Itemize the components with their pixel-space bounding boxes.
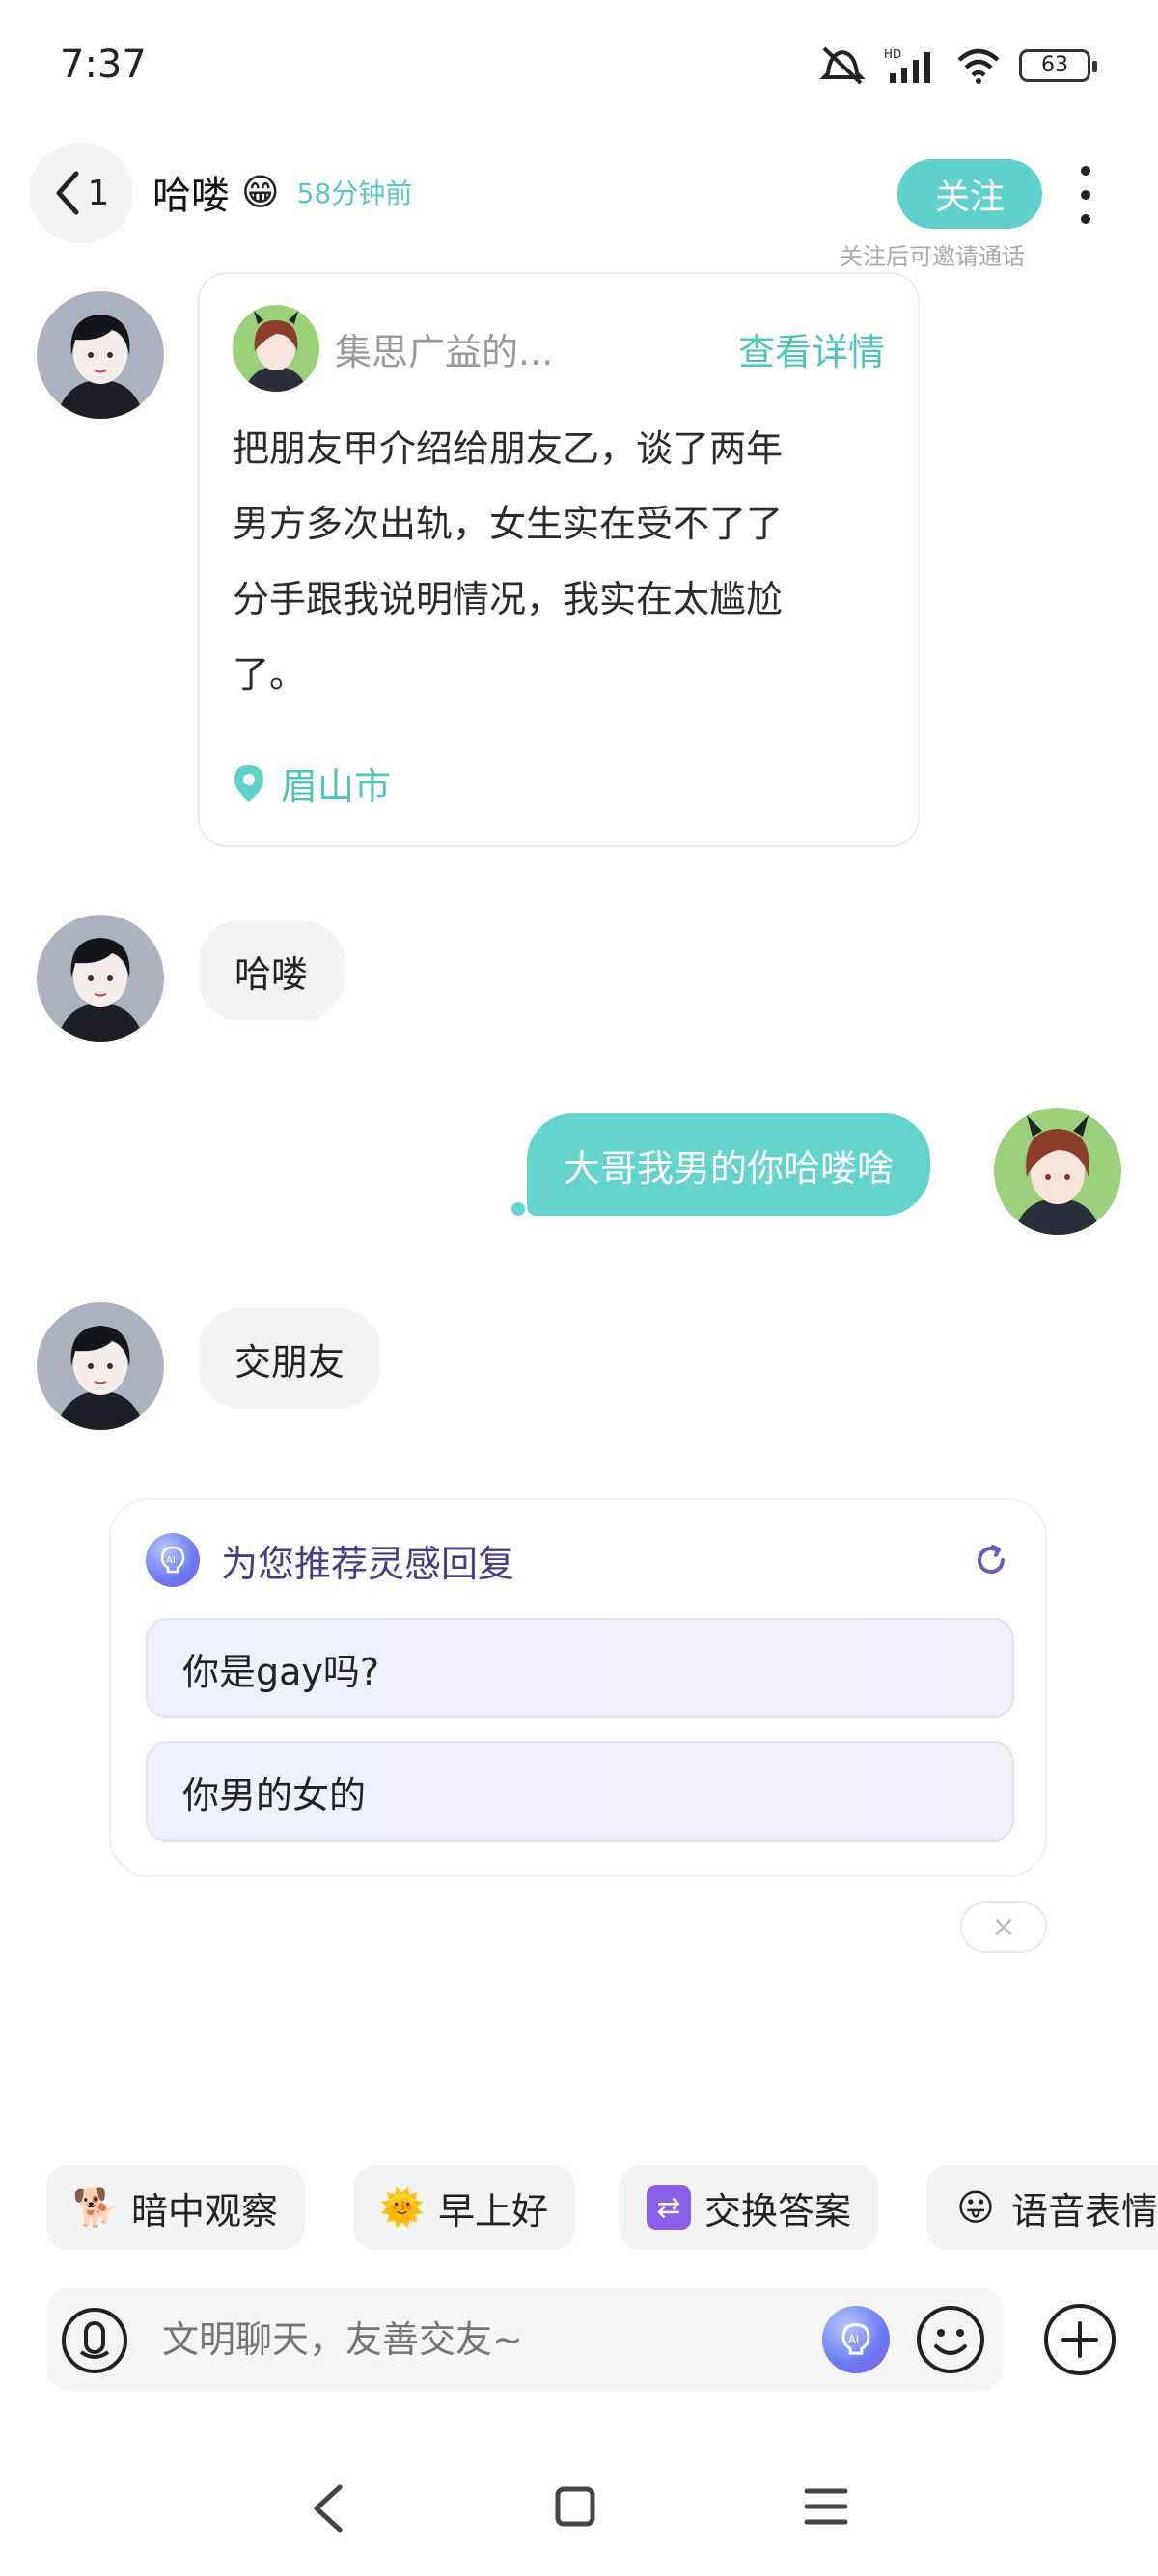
plus-icon[interactable]: [1042, 2302, 1117, 2377]
contact-avatar[interactable]: [37, 1302, 164, 1430]
ai-reply-suggestions: AI 为您推荐灵感回复 你是gay吗? 你男的女的: [109, 1498, 1047, 1877]
battery-indicator: 63: [1019, 49, 1097, 82]
read-status-dot: [511, 1202, 525, 1216]
nav-back-icon[interactable]: [307, 2481, 349, 2535]
intro-text-line: 了。: [233, 653, 307, 696]
quick-chip[interactable]: 😛 语音表情: [926, 2165, 1158, 2250]
svg-text:HD: HD: [884, 47, 901, 61]
quick-chip-label: 早上好: [438, 2189, 549, 2233]
voice-emoji-icon: 😛: [956, 2186, 995, 2229]
grin-emoji-icon: 😁: [241, 171, 280, 213]
intro-text: 把朋友甲介绍给朋友乙，谈了两年 男方多次出轨，女生实在受不了了 分手跟我说明情况…: [233, 411, 869, 712]
status-icons: HD 63: [818, 44, 1097, 87]
ai-lightbulb-icon: AI: [841, 2323, 870, 2355]
author-name: 集思广益的...: [335, 330, 554, 373]
follow-button[interactable]: 关注: [897, 159, 1042, 229]
view-details-link[interactable]: 查看详情: [738, 322, 885, 375]
swap-icon: ⇄: [647, 2185, 691, 2230]
quick-phrases-bar: 🐕 暗中观察 🌞 早上好 ⇄ 交换答案 😛 语音表情: [46, 2165, 1158, 2250]
location-pin-icon: [234, 764, 263, 802]
chat-title: 哈喽 😁 58分钟前: [152, 164, 412, 220]
contact-name: 哈喽: [152, 174, 230, 218]
ai-lightbulb-icon: AI: [146, 1533, 200, 1587]
message-input-bar: AI: [46, 2288, 1004, 2391]
svg-text:AI: AI: [166, 1555, 176, 1566]
back-button[interactable]: 1: [29, 143, 133, 243]
svg-text:AI: AI: [848, 2333, 860, 2346]
message-bubble-incoming[interactable]: 哈喽: [198, 920, 345, 1021]
suggestions-title: 为您推荐灵感回复: [221, 1542, 515, 1585]
follow-hint: 关注后可邀请通话: [840, 243, 1025, 270]
more-options-icon[interactable]: [1071, 166, 1100, 224]
location: 眉山市: [233, 756, 391, 809]
emoji-icon[interactable]: [915, 2304, 986, 2375]
contact-avatar[interactable]: [37, 915, 164, 1042]
nav-home-icon[interactable]: [554, 2485, 596, 2528]
suggested-reply[interactable]: 你是gay吗?: [146, 1618, 1014, 1718]
suggestions-header: AI 为您推荐灵感回复: [146, 1533, 1010, 1587]
intro-text-line: 男方多次出轨，女生实在受不了了: [233, 503, 784, 545]
status-time: 7:37: [60, 42, 147, 87]
quick-chip[interactable]: 🌞 早上好: [353, 2165, 576, 2250]
intro-text-line: 把朋友甲介绍给朋友乙，谈了两年: [233, 427, 784, 470]
quick-chip[interactable]: ⇄ 交换答案: [620, 2165, 879, 2250]
observe-icon: 🐕: [72, 2185, 119, 2229]
message-bubble-incoming[interactable]: 交朋友: [198, 1308, 382, 1409]
contact-avatar[interactable]: [37, 291, 164, 419]
mute-icon: [819, 46, 866, 85]
quick-chip-label: 语音表情: [1011, 2189, 1158, 2233]
quick-chip[interactable]: 🐕 暗中观察: [46, 2165, 306, 2250]
close-suggestions-button[interactable]: ×: [960, 1901, 1047, 1953]
voice-input-icon[interactable]: [60, 2306, 129, 2375]
sun-icon: 🌞: [379, 2185, 426, 2229]
message-bubble-outgoing[interactable]: 大哥我男的你哈喽啥: [527, 1113, 931, 1216]
unread-count: 1: [87, 173, 110, 213]
wifi-icon: [957, 48, 1000, 84]
suggested-reply[interactable]: 你男的女的: [146, 1741, 1014, 1842]
ai-assist-button[interactable]: AI: [822, 2306, 890, 2373]
nav-menu-icon[interactable]: [803, 2485, 849, 2528]
quick-chip-label: 交换答案: [704, 2189, 852, 2233]
quick-chip-label: 暗中观察: [131, 2189, 279, 2233]
intro-card[interactable]: 集思广益的... 查看详情 把朋友甲介绍给朋友乙，谈了两年 男方多次出轨，女生实…: [198, 272, 920, 847]
last-seen-time: 58分钟前: [296, 178, 413, 209]
signal-icon: HD: [884, 47, 930, 83]
chevron-left-icon: [56, 171, 79, 215]
intro-card-header: 集思广益的... 查看详情: [233, 305, 885, 392]
author-avatar: [233, 305, 319, 392]
message-input[interactable]: [162, 2288, 838, 2391]
my-avatar[interactable]: [994, 1108, 1121, 1235]
intro-text-line: 分手跟我说明情况，我实在太尴尬: [233, 578, 784, 620]
refresh-icon[interactable]: [972, 1541, 1010, 1579]
location-text: 眉山市: [281, 765, 392, 808]
